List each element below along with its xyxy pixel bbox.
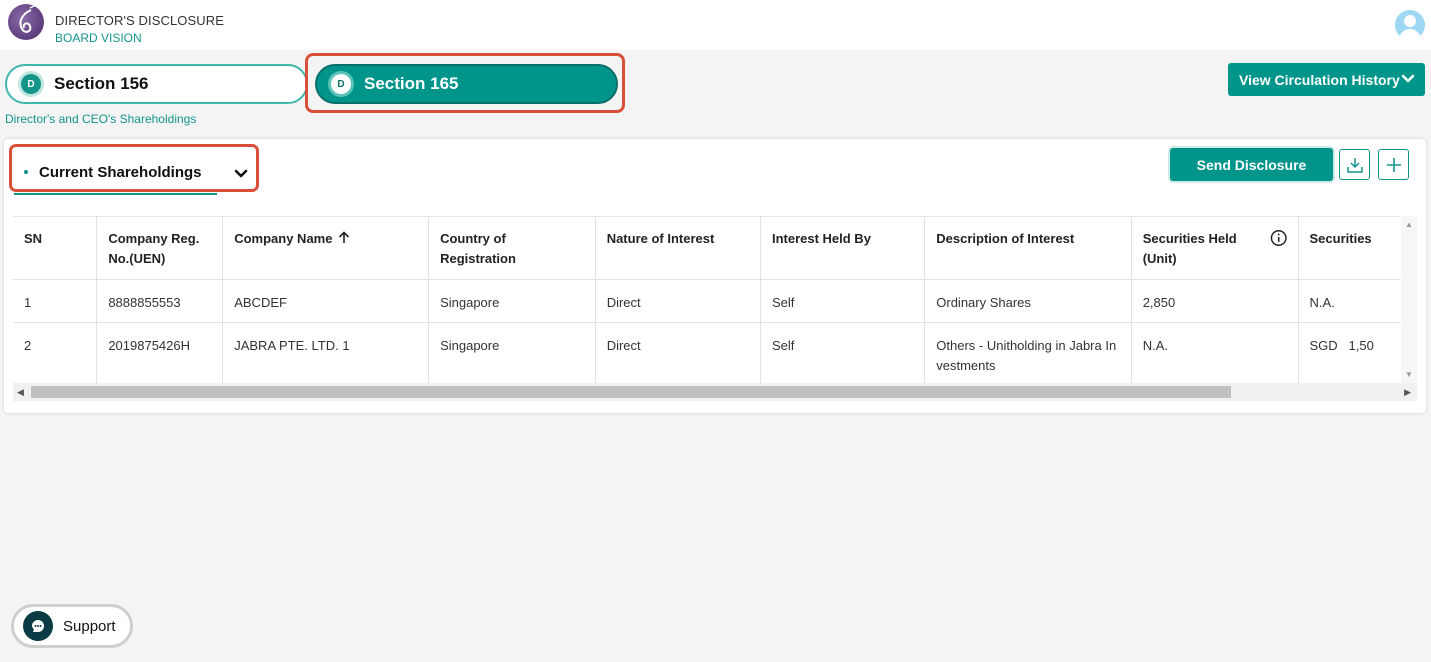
column-header-label: Company Name [234, 231, 333, 246]
column-header: SN [13, 217, 98, 280]
cell-securities-held: N.A. [1131, 322, 1299, 383]
column-header: Interest Held By [760, 217, 926, 280]
bullet-icon [24, 170, 28, 174]
cell-description: Ordinary Shares [924, 279, 1132, 323]
chevron-down-icon [1401, 74, 1415, 83]
cell-company-name: JABRA PTE. LTD. 1 [222, 322, 430, 383]
board-vision-logo [8, 4, 44, 40]
column-header-label: Securities Held (Unit) [1142, 231, 1237, 266]
highlight-box-section-165 [305, 53, 625, 113]
view-circulation-history-button[interactable]: View Circulation History [1228, 63, 1425, 96]
cell-nature: Direct [595, 279, 761, 323]
support-button[interactable]: Support [11, 604, 133, 648]
scroll-down-icon[interactable]: ▼ [1405, 370, 1413, 379]
dropdown-underline [14, 193, 217, 195]
cell-held-by: Self [760, 322, 926, 383]
scrollbar-thumb[interactable] [31, 386, 1231, 398]
shareholdings-table-viewport: SN Company Reg. No.(UEN) Company Name Co… [13, 216, 1417, 383]
column-header: Nature of Interest [595, 217, 761, 280]
cell-securities: N.A. [1298, 279, 1417, 323]
view-history-label: View Circulation History [1239, 71, 1400, 88]
table-row[interactable]: 2 2019875426H JABRA PTE. LTD. 1 Singapor… [13, 322, 1417, 383]
cell-securities-held: 2,850 [1131, 279, 1299, 323]
column-header: Securities [1298, 217, 1417, 280]
cell-nature: Direct [595, 322, 761, 383]
user-avatar-icon[interactable] [1395, 10, 1425, 40]
cell-description: Others - Unitholding in Jabra In vestmen… [924, 322, 1132, 383]
shareholdings-card: Current Shareholdings Send Disclosure SN… [4, 139, 1426, 413]
app-title: DIRECTOR'S DISCLOSURE [55, 13, 225, 28]
section-caption: Director's and CEO's Shareholdings [5, 112, 197, 126]
cell-country: Singapore [428, 322, 596, 383]
column-header: Country of Registration [428, 217, 596, 280]
column-header-company-name[interactable]: Company Name [222, 217, 430, 280]
chat-icon [23, 611, 53, 641]
app-subtitle: BOARD VISION [55, 31, 142, 45]
add-button[interactable] [1378, 149, 1409, 180]
scroll-left-icon[interactable]: ◀ [17, 387, 24, 398]
column-header: Description of Interest [924, 217, 1132, 280]
horizontal-scrollbar[interactable]: ◀ ▶ [13, 383, 1417, 401]
cell-held-by: Self [760, 279, 926, 323]
cell-uen: 2019875426H [96, 322, 224, 383]
scroll-right-icon[interactable]: ▶ [1404, 387, 1411, 398]
chevron-down-icon[interactable] [234, 168, 248, 180]
cell-sn: 1 [13, 279, 98, 323]
cell-sn: 2 [13, 322, 98, 383]
download-button[interactable] [1339, 149, 1370, 180]
cell-company-name: ABCDEF [222, 279, 430, 323]
info-icon[interactable] [1270, 229, 1287, 247]
download-icon [1346, 157, 1363, 173]
scroll-up-icon[interactable]: ▲ [1405, 220, 1413, 229]
sort-ascending-icon[interactable] [338, 231, 350, 244]
cell-country: Singapore [428, 279, 596, 323]
table-row[interactable]: 1 8888855553 ABCDEF Singapore Direct Sel… [13, 279, 1417, 323]
shareholdings-table: SN Company Reg. No.(UEN) Company Name Co… [13, 217, 1417, 383]
app-header: DIRECTOR'S DISCLOSURE BOARD VISION [0, 0, 1431, 50]
tab-section-156[interactable]: D Section 156 [5, 64, 308, 104]
send-disclosure-button[interactable]: Send Disclosure [1170, 148, 1333, 181]
cell-uen: 8888855553 [96, 279, 224, 323]
section-badge-icon: D [21, 74, 41, 94]
table-header-row: SN Company Reg. No.(UEN) Company Name Co… [13, 217, 1417, 280]
cell-securities: SGD 1,50 [1298, 322, 1417, 383]
vertical-scrollbar[interactable]: ▲ ▼ [1401, 216, 1417, 383]
tab-label: Section 156 [54, 74, 149, 93]
plus-icon [1386, 157, 1401, 172]
support-label: Support [63, 617, 116, 635]
shareholdings-dropdown[interactable]: Current Shareholdings [39, 164, 202, 181]
column-header-securities-held: Securities Held (Unit) [1131, 217, 1299, 280]
column-header: Company Reg. No.(UEN) [96, 217, 224, 280]
